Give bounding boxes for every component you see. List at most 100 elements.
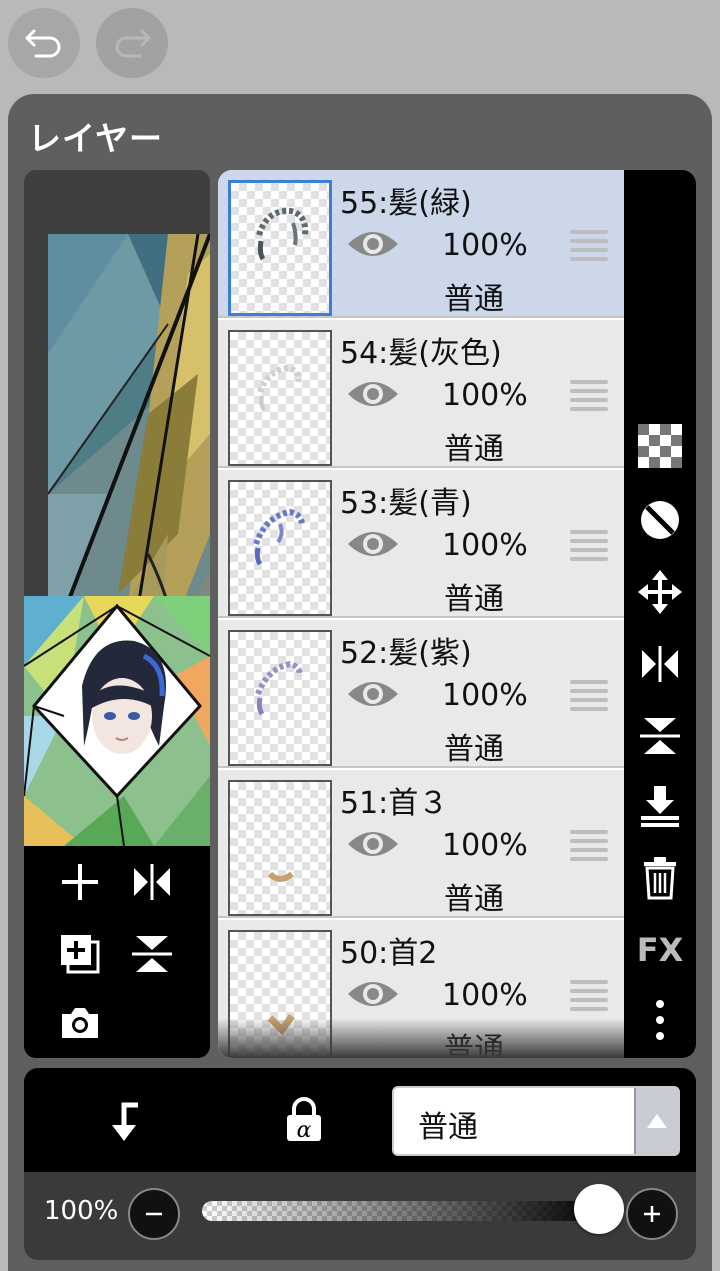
- flip-vertical-icon: [640, 718, 680, 754]
- undo-button[interactable]: [8, 8, 80, 78]
- layer-blend-mode: 普通: [444, 882, 504, 917]
- merge-down-button[interactable]: [636, 782, 684, 830]
- visibility-toggle[interactable]: [346, 376, 400, 416]
- opacity-slider-handle[interactable]: [574, 1184, 624, 1234]
- minus-icon: [146, 1212, 162, 1216]
- merge-down-icon: [641, 786, 679, 827]
- blend-mode-value: 普通: [418, 1110, 478, 1145]
- flip-canvas-vertical-button[interactable]: [126, 928, 178, 980]
- delete-icon: [644, 857, 676, 900]
- clipping-button[interactable]: [96, 1096, 152, 1146]
- layer-blend-mode: 普通: [444, 282, 504, 317]
- clip-icon: [641, 501, 679, 539]
- layer-opacity: 100%: [442, 528, 528, 563]
- layer-opacity: 100%: [442, 228, 528, 263]
- drag-handle[interactable]: [570, 980, 608, 1012]
- opacity-slider[interactable]: [202, 1201, 604, 1221]
- transparency-icon: [638, 424, 682, 468]
- transparency-button[interactable]: [636, 422, 684, 470]
- delete-button[interactable]: [636, 854, 684, 902]
- chevron-up-icon: [634, 1088, 678, 1154]
- eye-icon: [348, 232, 398, 256]
- more-icon: [656, 1000, 664, 1040]
- redo-icon: [115, 29, 151, 58]
- eye-icon: [348, 832, 398, 856]
- flip-horizontal-button[interactable]: [636, 640, 684, 688]
- opacity-label: 100%: [44, 1196, 119, 1226]
- layer-name: 52:髪(紫): [340, 636, 472, 671]
- layer-name: 50:首2: [340, 936, 438, 971]
- layer-thumbnail: [228, 780, 332, 916]
- drag-handle[interactable]: [570, 530, 608, 562]
- svg-text:α: α: [297, 1118, 312, 1143]
- layer-blend-mode: 普通: [444, 432, 504, 467]
- visibility-toggle[interactable]: [346, 826, 400, 866]
- clip-button[interactable]: [636, 496, 684, 544]
- undo-icon: [25, 29, 61, 58]
- opacity-increase-button[interactable]: [626, 1188, 678, 1240]
- flip-canvas-horizontal-button[interactable]: [126, 856, 178, 908]
- layer-settings-bar: α 普通 100%: [24, 1068, 696, 1260]
- fx-icon: FX: [636, 931, 684, 969]
- canvas-tools: [24, 846, 210, 1058]
- duplicate-layer-button[interactable]: [54, 928, 106, 980]
- redo-button[interactable]: [96, 8, 168, 78]
- layer-row[interactable]: 55:髪(緑) 100% 普通: [218, 170, 626, 318]
- visibility-toggle[interactable]: [346, 676, 400, 716]
- eye-icon: [348, 682, 398, 706]
- alpha-lock-icon: α: [287, 1097, 321, 1143]
- plus-icon: [644, 1206, 660, 1222]
- layer-thumbnail: [228, 630, 332, 766]
- layer-thumbnail: [228, 480, 332, 616]
- flip-vertical-button[interactable]: [636, 712, 684, 760]
- layer-panel: レイヤー 55:髪(緑) 100% 普通 54:髪(灰色) 100% 普通 53…: [8, 94, 712, 1271]
- duplicate-layer-icon: [61, 935, 100, 974]
- list-fade: [218, 1018, 626, 1058]
- layer-name: 54:髪(灰色): [340, 336, 502, 371]
- add-layer-button[interactable]: [54, 856, 106, 908]
- layer-row[interactable]: 54:髪(灰色) 100% 普通: [218, 320, 626, 468]
- visibility-toggle[interactable]: [346, 226, 400, 266]
- fx-button[interactable]: FX: [636, 926, 684, 974]
- layer-opacity: 100%: [442, 828, 528, 863]
- eye-icon: [348, 982, 398, 1006]
- layer-row[interactable]: 52:髪(紫) 100% 普通: [218, 620, 626, 768]
- layer-name: 53:髪(青): [340, 486, 472, 521]
- flip-horizontal-icon: [642, 646, 678, 682]
- layer-row[interactable]: 53:髪(青) 100% 普通: [218, 470, 626, 618]
- camera-icon: [62, 1008, 98, 1038]
- layer-thumbnail: [228, 180, 332, 316]
- layer-list[interactable]: 55:髪(緑) 100% 普通 54:髪(灰色) 100% 普通 53:髪(青)…: [218, 170, 626, 1058]
- layer-blend-mode: 普通: [444, 582, 504, 617]
- eye-icon: [348, 382, 398, 406]
- eye-icon: [348, 532, 398, 556]
- visibility-toggle[interactable]: [346, 526, 400, 566]
- drag-handle[interactable]: [570, 680, 608, 712]
- add-layer-icon: [62, 864, 98, 900]
- opacity-decrease-button[interactable]: [128, 1188, 180, 1240]
- drag-handle[interactable]: [570, 230, 608, 262]
- visibility-toggle[interactable]: [346, 976, 400, 1016]
- layer-name: 51:首３: [340, 786, 449, 821]
- layer-blend-mode: 普通: [444, 732, 504, 767]
- layer-tools: FX: [624, 170, 696, 1058]
- canvas-thumbnail[interactable]: [24, 596, 210, 846]
- clipping-arrow-icon: [112, 1102, 138, 1141]
- move-icon: [638, 570, 682, 614]
- drag-handle[interactable]: [570, 830, 608, 862]
- layer-opacity: 100%: [442, 978, 528, 1013]
- layer-thumbnail: [228, 330, 332, 466]
- move-button[interactable]: [636, 568, 684, 616]
- more-button[interactable]: [636, 996, 684, 1044]
- alpha-lock-button[interactable]: α: [276, 1092, 332, 1148]
- layer-row[interactable]: 51:首３ 100% 普通: [218, 770, 626, 918]
- flip-horizontal-icon: [134, 864, 170, 900]
- flip-vertical-icon: [132, 936, 172, 972]
- blend-mode-select[interactable]: 普通: [392, 1086, 680, 1156]
- layer-opacity: 100%: [442, 378, 528, 413]
- drag-handle[interactable]: [570, 380, 608, 412]
- layer-opacity: 100%: [442, 678, 528, 713]
- layer-name: 55:髪(緑): [340, 186, 472, 221]
- panel-title: レイヤー: [28, 119, 164, 158]
- camera-button[interactable]: [54, 996, 106, 1048]
